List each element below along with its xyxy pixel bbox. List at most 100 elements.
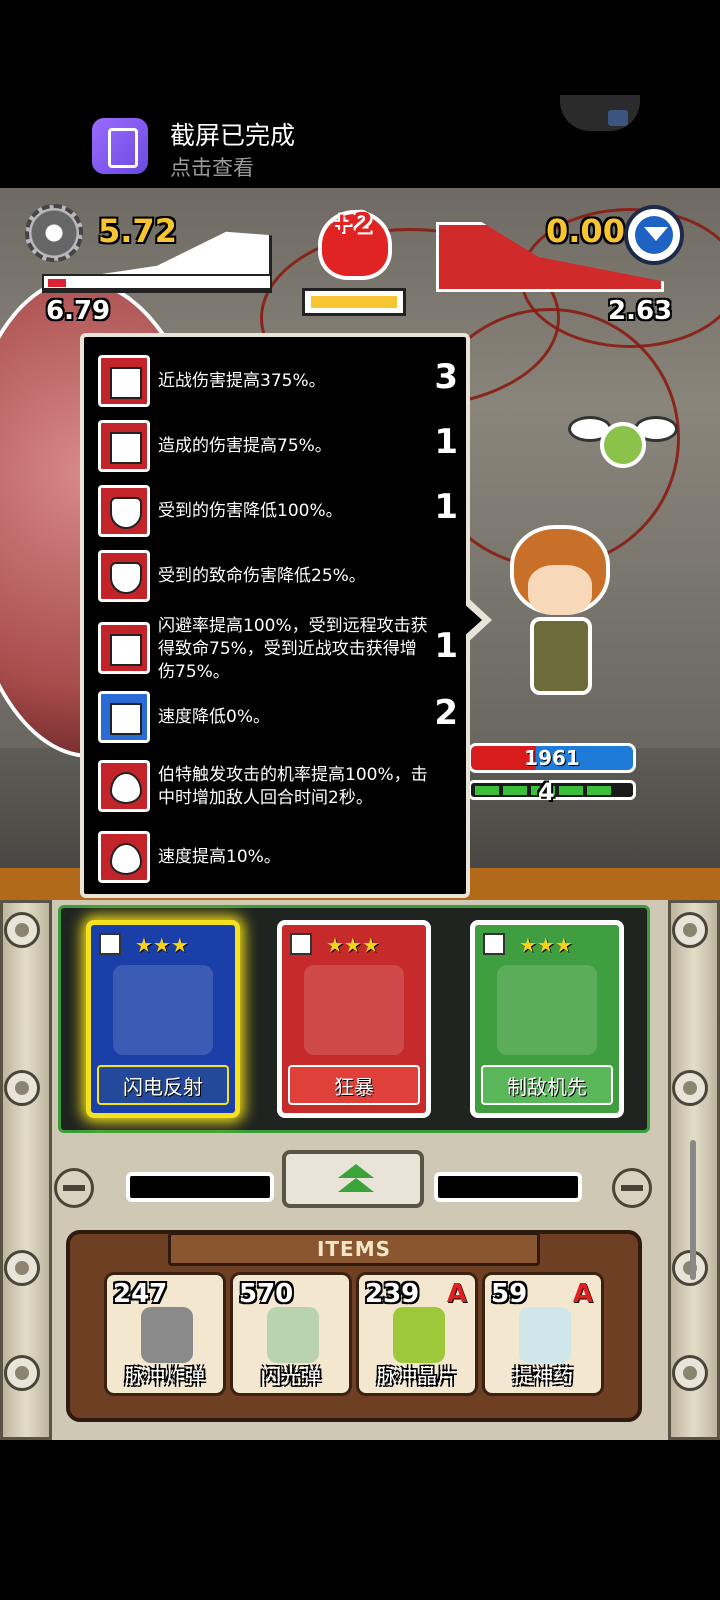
- buff-text: 受到的致命伤害降低25%。: [158, 565, 366, 586]
- buff-count: 3: [434, 357, 458, 397]
- buff-row: 近战伤害提高375%。 3: [98, 353, 458, 409]
- hero-energy-value: 4: [538, 778, 555, 806]
- buff-text: 受到的伤害降低100%。: [158, 500, 343, 521]
- fast-forward-icon: [608, 110, 628, 126]
- hero-body: [530, 617, 592, 695]
- buff-text: 速度降低0%。: [158, 706, 270, 727]
- left-speed-value: 5.72: [98, 212, 177, 250]
- item-count: 239: [365, 1279, 420, 1309]
- skull-progress-bar: [302, 288, 406, 316]
- hero-hp-value: 1961: [524, 746, 580, 770]
- tray-knob: [54, 1168, 94, 1208]
- tray-slot: [126, 1172, 274, 1202]
- buff-row: 造成的伤害提高75%。 1: [98, 418, 458, 474]
- fist-icon: [98, 355, 150, 407]
- buff-row: 伯特触发攻击的机率提高100%，击中时增加敌人回合时间2秒。: [98, 750, 458, 824]
- dodge-icon: [98, 622, 150, 674]
- left-speed-bar: [42, 274, 272, 290]
- chevron-up-icon: [338, 1178, 374, 1192]
- buff-list-panel: 近战伤害提高375%。 3 造成的伤害提高75%。 1 受到的伤害降低100%。…: [80, 333, 470, 898]
- right-speed-sub-value: 2.63: [608, 296, 673, 326]
- item-flashbang[interactable]: 570 闪光弹: [230, 1272, 352, 1396]
- screenshot-notification[interactable]: 截屏已完成 点击查看: [0, 0, 720, 190]
- bomb-icon: [141, 1307, 193, 1363]
- card-preemptive[interactable]: ★★★ 制敌机先: [470, 920, 624, 1118]
- bolt-icon: [672, 1070, 708, 1106]
- buff-row: 闪避率提高100%，受到远程攻击获得致命75%，受到近战攻击获得增伤75%。 1: [98, 612, 458, 686]
- energy-segment: [587, 786, 611, 795]
- buff-row: 速度降低0%。 2: [98, 689, 458, 745]
- chip-icon: [393, 1307, 445, 1363]
- item-badge: A: [572, 1279, 593, 1309]
- card-art: [304, 965, 404, 1055]
- energy-segment: [559, 786, 583, 795]
- item-name: 闪光弹: [261, 1364, 321, 1388]
- buff-text: 速度提高10%。: [158, 846, 281, 867]
- drop-icon: [98, 831, 150, 883]
- bolt-icon: [672, 1355, 708, 1391]
- energy-segment: [475, 786, 499, 795]
- notification-title: 截屏已完成: [170, 121, 296, 150]
- card-stars: ★★★: [519, 933, 573, 957]
- drop-icon: [98, 760, 150, 812]
- items-header: ITEMS: [168, 1232, 540, 1266]
- item-count: 247: [113, 1279, 168, 1309]
- card-stars: ★★★: [326, 933, 380, 957]
- expand-button[interactable]: [282, 1150, 424, 1208]
- fist-icon: [98, 420, 150, 472]
- hero-face: [528, 565, 592, 615]
- gear-type-icon: [483, 933, 505, 955]
- hero-character[interactable]: [500, 525, 620, 695]
- energy-segment: [503, 786, 527, 795]
- navigation-bar: [0, 1440, 720, 1600]
- bolt-icon: [4, 1070, 40, 1106]
- buff-text: 近战伤害提高375%。: [158, 370, 326, 391]
- buff-row: 速度提高10%。: [98, 829, 458, 885]
- bolt-icon: [4, 1250, 40, 1286]
- buff-count: 1: [434, 626, 458, 666]
- drone-companion: [568, 410, 678, 474]
- left-speed-sub-value: 6.79: [46, 296, 111, 326]
- item-badge: A: [446, 1279, 467, 1309]
- item-count: 570: [239, 1279, 294, 1309]
- boot-icon: [98, 691, 150, 743]
- crosshair-type-icon: [290, 933, 312, 955]
- chevron-down-icon[interactable]: [624, 205, 684, 265]
- drone-core: [600, 422, 646, 468]
- card-name: 闪电反射: [97, 1065, 229, 1105]
- buff-count: 1: [434, 422, 458, 462]
- item-pulse-bomb[interactable]: 247 脉冲炸弹: [104, 1272, 226, 1396]
- chevron-up-icon: [338, 1164, 374, 1178]
- item-stimulant[interactable]: 59 A 提神药: [482, 1272, 604, 1396]
- item-name: 脉冲晶片: [377, 1364, 457, 1388]
- item-name: 提神药: [513, 1364, 573, 1388]
- card-stars: ★★★: [135, 933, 189, 957]
- card-art: [113, 965, 213, 1055]
- tray-knob: [612, 1168, 652, 1208]
- tray-slot: [434, 1172, 582, 1202]
- status-pill: [560, 95, 640, 131]
- buff-text: 闪避率提高100%，受到远程攻击获得致命75%，受到近战攻击获得增伤75%。: [158, 615, 428, 682]
- notification-subtitle: 点击查看: [170, 156, 254, 180]
- scroll-indicator: [690, 1140, 696, 1280]
- item-count: 59: [491, 1279, 528, 1309]
- shield-type-icon: [99, 933, 121, 955]
- buff-row: 受到的伤害降低100%。 1: [98, 483, 458, 539]
- card-lightning-reflex[interactable]: ★★★ 闪电反射: [86, 920, 240, 1118]
- gear-icon[interactable]: [25, 204, 83, 262]
- card-name: 制敌机先: [481, 1065, 613, 1105]
- buff-count: 1: [434, 487, 458, 527]
- bolt-icon: [672, 912, 708, 948]
- buff-text: 造成的伤害提高75%。: [158, 435, 332, 456]
- card-name: 狂暴: [288, 1065, 420, 1105]
- screenshot-icon: [92, 118, 148, 174]
- item-name: 脉冲炸弹: [125, 1364, 205, 1388]
- flashbang-icon: [267, 1307, 319, 1363]
- bolt-icon: [4, 912, 40, 948]
- item-pulse-chip[interactable]: 239 A 脉冲晶片: [356, 1272, 478, 1396]
- bolt-icon: [4, 1355, 40, 1391]
- buff-count: 2: [434, 693, 458, 733]
- potion-icon: [519, 1307, 571, 1363]
- card-berserk[interactable]: ★★★ 狂暴: [277, 920, 431, 1118]
- buff-row: 受到的致命伤害降低25%。: [98, 548, 458, 604]
